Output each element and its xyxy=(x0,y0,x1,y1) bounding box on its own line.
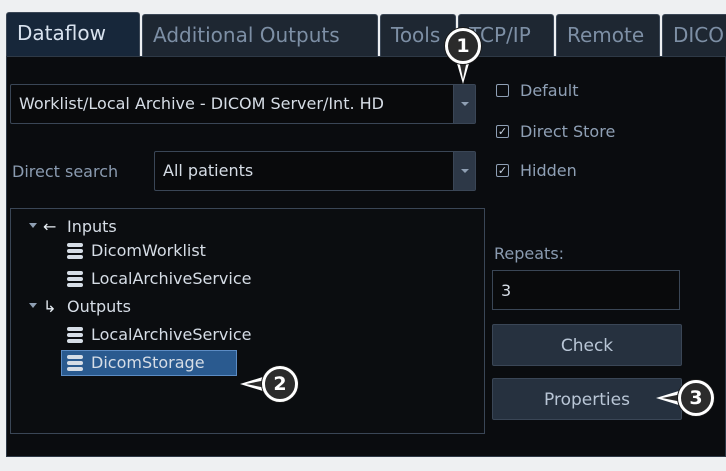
repeats-input[interactable]: 3 xyxy=(492,270,680,310)
direct-search-select[interactable]: All patients xyxy=(154,151,476,191)
outputs-arrow-icon: ↳ xyxy=(43,297,57,316)
tree-label-inputs: Inputs xyxy=(67,217,117,236)
tree-label-outputs: Outputs xyxy=(67,297,131,316)
database-icon xyxy=(67,327,83,343)
tab-dicom[interactable]: DICO xyxy=(662,14,726,58)
chevron-down-icon[interactable] xyxy=(453,85,475,123)
direct-search-label: Direct search xyxy=(12,162,119,181)
database-icon xyxy=(67,355,83,371)
dataflow-tree: ← Inputs DicomWorklist LocalArchiveServi… xyxy=(10,208,485,434)
expand-triangle-icon[interactable] xyxy=(29,223,37,228)
dataflow-select[interactable]: Worklist/Local Archive - DICOM Server/In… xyxy=(10,84,476,124)
dataflow-select-value: Worklist/Local Archive - DICOM Server/In… xyxy=(19,94,384,113)
tree-label: DicomStorage xyxy=(91,353,205,372)
inputs-arrow-icon: ← xyxy=(43,217,57,236)
tree-node-localarchive-output[interactable]: LocalArchiveService xyxy=(67,323,327,347)
callout-3: 3 xyxy=(678,380,714,416)
tab-remote[interactable]: Remote xyxy=(556,14,660,58)
tree-label: LocalArchiveService xyxy=(91,325,252,344)
dataflow-config-screen: Dataflow Additional Outputs Tools TCP/IP… xyxy=(0,0,726,471)
default-label: Default xyxy=(520,81,579,100)
database-icon xyxy=(67,243,83,259)
direct-store-label: Direct Store xyxy=(520,122,616,141)
chevron-down-icon[interactable] xyxy=(453,152,475,190)
repeats-label: Repeats: xyxy=(494,244,565,263)
tab-bar: Dataflow Additional Outputs Tools TCP/IP… xyxy=(6,12,726,58)
tree-node-dicomworklist[interactable]: DicomWorklist xyxy=(67,239,327,263)
tree-node-inputs[interactable]: ← Inputs xyxy=(29,215,229,239)
tree-label: LocalArchiveService xyxy=(91,269,252,288)
tree-label: DicomWorklist xyxy=(91,241,206,260)
database-icon xyxy=(67,271,83,287)
tab-dataflow[interactable]: Dataflow xyxy=(6,12,140,58)
callout-1: 1 xyxy=(445,28,481,64)
check-button[interactable]: Check xyxy=(492,324,682,366)
properties-button[interactable]: Properties xyxy=(492,378,682,420)
expand-triangle-icon[interactable] xyxy=(29,303,37,308)
tree-node-outputs[interactable]: ↳ Outputs xyxy=(29,295,229,319)
checkmark-icon[interactable]: ✓ xyxy=(496,125,509,138)
tab-tools[interactable]: Tools xyxy=(380,14,456,58)
hidden-label: Hidden xyxy=(520,161,577,180)
checkbox-box[interactable] xyxy=(496,84,509,97)
direct-search-value: All patients xyxy=(163,161,254,180)
tree-node-localarchive-input[interactable]: LocalArchiveService xyxy=(67,267,327,291)
tab-additional-outputs[interactable]: Additional Outputs xyxy=(142,14,378,58)
checkmark-icon[interactable]: ✓ xyxy=(496,164,509,177)
tree-node-dicomstorage[interactable]: DicomStorage xyxy=(61,350,247,376)
callout-2: 2 xyxy=(262,366,298,402)
